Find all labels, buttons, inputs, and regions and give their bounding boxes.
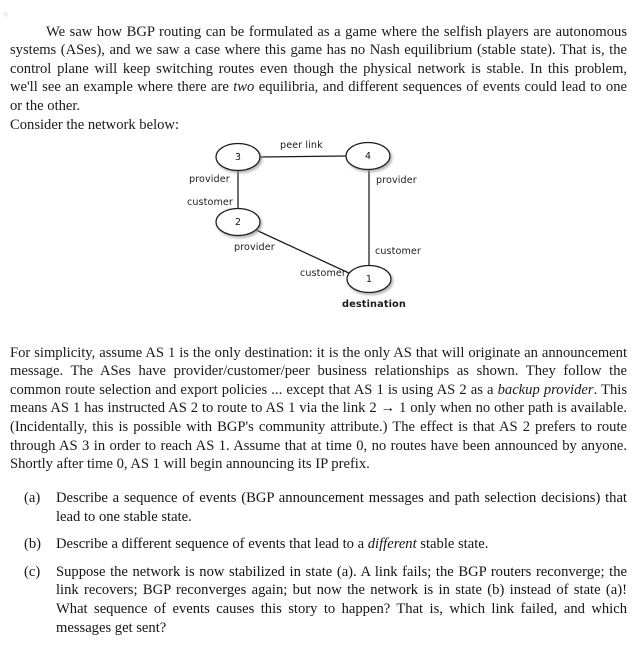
question-b-emphasis: different bbox=[367, 536, 417, 553]
node-label-1: 1 bbox=[366, 274, 372, 285]
edge-label-1-customer-right: customer bbox=[375, 246, 421, 257]
question-item-b: (b) Describe a different sequence of eve… bbox=[10, 535, 627, 554]
question-marker-b: (b) bbox=[24, 536, 42, 553]
question-item-c: (c) Suppose the network is now stabilize… bbox=[10, 563, 627, 637]
paragraph-setup: For simplicity, assume AS 1 is the only … bbox=[10, 344, 627, 474]
question-list: (a) Describe a sequence of events (BGP a… bbox=[10, 489, 627, 646]
question-b-text-1: Describe a different sequence of events … bbox=[56, 536, 368, 553]
edge-label-2-provider: provider bbox=[234, 242, 275, 253]
question-marker-c: (c) bbox=[24, 563, 41, 580]
edge-label-4-provider: provider bbox=[376, 175, 417, 186]
edge-label-3-provider: provider bbox=[189, 174, 230, 185]
destination-label: destination bbox=[342, 299, 406, 310]
edge-label-2-customer: customer bbox=[187, 197, 233, 208]
edge-label-peer-link: peer link bbox=[280, 140, 323, 151]
node-label-2: 2 bbox=[235, 217, 241, 228]
node-label-3: 3 bbox=[235, 152, 241, 163]
question-b-text-2: stable state. bbox=[416, 536, 489, 553]
edge-3-4 bbox=[259, 155, 347, 158]
question-marker-a: (a) bbox=[24, 490, 41, 506]
setup-emphasis-backup-provider: backup provider bbox=[497, 381, 594, 398]
paragraph-intro: We saw how BGP routing can be formulated… bbox=[10, 23, 627, 116]
node-label-4: 4 bbox=[365, 151, 371, 162]
document-page: We saw how BGP routing can be formulated… bbox=[0, 0, 637, 636]
network-diagram: 3 4 2 1 peer link provider customer prov… bbox=[170, 128, 450, 323]
question-item-a: (a) Describe a sequence of events (BGP a… bbox=[10, 489, 627, 526]
edge-label-1-customer-left: customer bbox=[300, 268, 346, 279]
question-a-text-1: Describe a sequence of events (BGP annou… bbox=[56, 490, 627, 525]
scan-artifact bbox=[3, 12, 8, 17]
intro-emphasis-two: two bbox=[233, 79, 255, 96]
question-c-text-1: Suppose the network is now stabilized in… bbox=[56, 563, 627, 636]
network-diagram-svg bbox=[215, 141, 392, 294]
